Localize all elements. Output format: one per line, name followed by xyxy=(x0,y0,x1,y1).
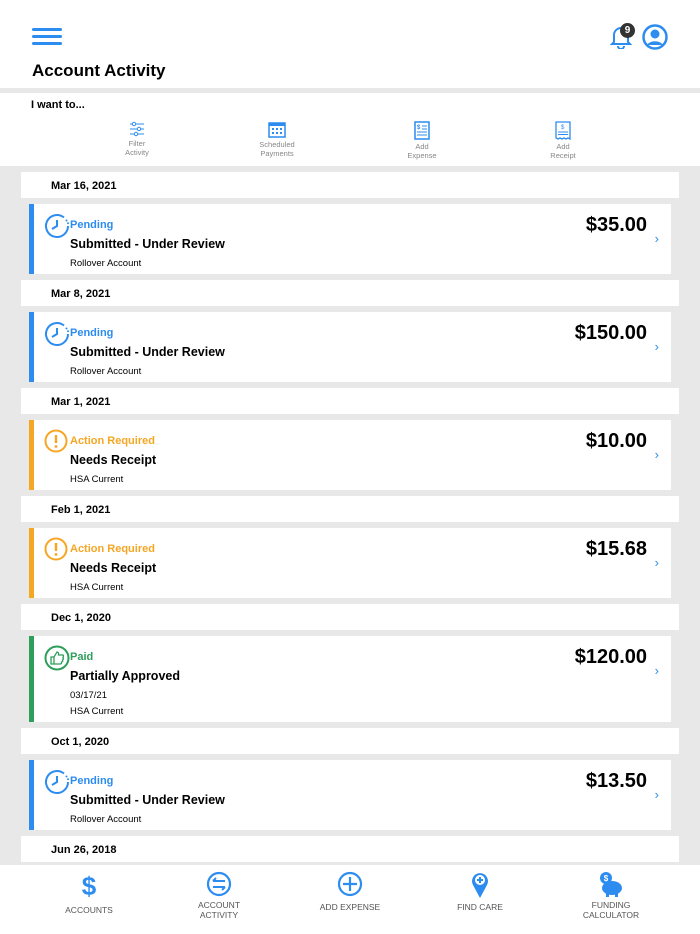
filter-activity-button[interactable]: FilterActivity xyxy=(97,121,177,157)
transaction-type: Needs Receipt xyxy=(70,453,156,467)
date-header: Oct 1, 2020 xyxy=(21,728,679,754)
chevron-right-icon: › xyxy=(655,447,659,462)
add-receipt-button[interactable]: $ AddReceipt xyxy=(523,121,603,160)
svg-text:$: $ xyxy=(417,125,421,131)
action-label: Filter xyxy=(97,139,177,148)
alert-circle-icon xyxy=(44,537,68,566)
nav-label: FUNDING xyxy=(556,900,666,910)
transaction-detail: Rollover Account xyxy=(70,814,141,825)
action-label: Activity xyxy=(97,148,177,157)
status-label: Pending xyxy=(70,775,113,787)
nav-find-care[interactable]: FIND CARE xyxy=(425,871,535,912)
date-header: Jun 26, 2018 xyxy=(21,836,679,862)
transaction-detail: HSA Current xyxy=(70,706,123,717)
nav-label: ACCOUNTS xyxy=(34,905,144,915)
action-label: Receipt xyxy=(523,151,603,160)
transaction-card[interactable]: Paid Partially Approved 03/17/21 HSA Curre… xyxy=(29,636,671,722)
piggy-bank-icon: $ xyxy=(597,871,625,897)
notification-badge: 9 xyxy=(620,23,635,38)
nav-label: ACCOUNT xyxy=(164,900,274,910)
app-header: 9 Account Activity xyxy=(0,0,700,88)
date-header: Feb 1, 2021 xyxy=(21,496,679,522)
status-label: Action Required xyxy=(70,435,155,447)
nav-label: CALCULATOR xyxy=(556,910,666,920)
expense-document-icon: $ xyxy=(414,121,430,140)
nav-label: ADD EXPENSE xyxy=(295,902,405,912)
chevron-right-icon: › xyxy=(655,231,659,246)
transaction-amount: $10.00 xyxy=(586,430,647,453)
thumbs-up-icon xyxy=(44,645,70,676)
chevron-right-icon: › xyxy=(655,787,659,802)
transaction-type: Submitted - Under Review xyxy=(70,237,225,251)
transaction-amount: $35.00 xyxy=(586,214,647,237)
calendar-icon xyxy=(268,121,286,138)
svg-text:$: $ xyxy=(604,874,609,883)
quick-actions-label: I want to... xyxy=(31,99,85,111)
transaction-type: Needs Receipt xyxy=(70,561,156,575)
alert-circle-icon xyxy=(44,429,68,458)
pending-clock-icon xyxy=(44,769,70,800)
chevron-right-icon: › xyxy=(655,555,659,570)
exchange-arrows-icon xyxy=(206,871,232,897)
svg-text:$: $ xyxy=(82,873,97,899)
date-header: Mar 16, 2021 xyxy=(21,172,679,198)
transaction-amount: $150.00 xyxy=(575,322,647,345)
transaction-detail: 03/17/21 xyxy=(70,690,107,701)
nav-account-activity[interactable]: ACCOUNTACTIVITY xyxy=(164,871,274,920)
chevron-right-icon: › xyxy=(655,339,659,354)
nav-add-expense[interactable]: ADD EXPENSE xyxy=(295,871,405,912)
status-label: Pending xyxy=(70,327,113,339)
transaction-detail: Rollover Account xyxy=(70,366,141,377)
receipt-icon: $ xyxy=(555,121,571,140)
plus-circle-icon xyxy=(337,871,363,897)
filter-sliders-icon xyxy=(129,121,145,137)
action-label: Add xyxy=(523,142,603,151)
profile-avatar-icon[interactable] xyxy=(642,24,668,50)
date-header: Mar 1, 2021 xyxy=(21,388,679,414)
pending-clock-icon xyxy=(44,213,70,244)
action-label: Scheduled xyxy=(237,140,317,149)
nav-accounts[interactable]: $ ACCOUNTS xyxy=(34,873,144,915)
transaction-amount: $13.50 xyxy=(586,770,647,793)
transaction-card[interactable]: Pending Submitted - Under Review Rollover… xyxy=(29,204,671,274)
date-header: Mar 8, 2021 xyxy=(21,280,679,306)
status-label: Paid xyxy=(70,651,93,663)
scheduled-payments-button[interactable]: ScheduledPayments xyxy=(237,121,317,158)
nav-label: FIND CARE xyxy=(425,902,535,912)
page-title: Account Activity xyxy=(32,61,166,81)
location-pin-icon xyxy=(470,871,490,899)
transaction-detail: HSA Current xyxy=(70,582,123,593)
action-label: Payments xyxy=(237,149,317,158)
transaction-detail: HSA Current xyxy=(70,474,123,485)
svg-text:$: $ xyxy=(561,125,565,131)
transaction-amount: $15.68 xyxy=(586,538,647,561)
bottom-nav: $ ACCOUNTS ACCOUNTACTIVITY ADD EXPENSE F… xyxy=(0,865,700,934)
transaction-type: Submitted - Under Review xyxy=(70,345,225,359)
activity-list: Mar 16, 2021 Pending Submitted - Under R… xyxy=(21,172,679,868)
dollar-icon: $ xyxy=(79,873,99,899)
transaction-card[interactable]: Action Required Needs Receipt HSA Current… xyxy=(29,420,671,490)
transaction-card[interactable]: Pending Submitted - Under Review Rollover… xyxy=(29,312,671,382)
action-label: Expense xyxy=(382,151,462,160)
pending-clock-icon xyxy=(44,321,70,352)
quick-actions: I want to... FilterActivity ScheduledPay… xyxy=(0,93,700,166)
status-label: Pending xyxy=(70,219,113,231)
transaction-type: Partially Approved xyxy=(70,669,180,683)
chevron-right-icon: › xyxy=(655,663,659,678)
transaction-card[interactable]: Pending Submitted - Under Review Rollover… xyxy=(29,760,671,830)
nav-label: ACTIVITY xyxy=(164,910,274,920)
transaction-detail: Rollover Account xyxy=(70,258,141,269)
status-label: Action Required xyxy=(70,543,155,555)
hamburger-menu-icon[interactable] xyxy=(32,28,62,46)
transaction-amount: $120.00 xyxy=(575,646,647,669)
date-header: Dec 1, 2020 xyxy=(21,604,679,630)
action-label: Add xyxy=(382,142,462,151)
add-expense-action-button[interactable]: $ AddExpense xyxy=(382,121,462,160)
nav-funding-calculator[interactable]: $ FUNDINGCALCULATOR xyxy=(556,871,666,920)
transaction-card[interactable]: Action Required Needs Receipt HSA Current… xyxy=(29,528,671,598)
transaction-type: Submitted - Under Review xyxy=(70,793,225,807)
